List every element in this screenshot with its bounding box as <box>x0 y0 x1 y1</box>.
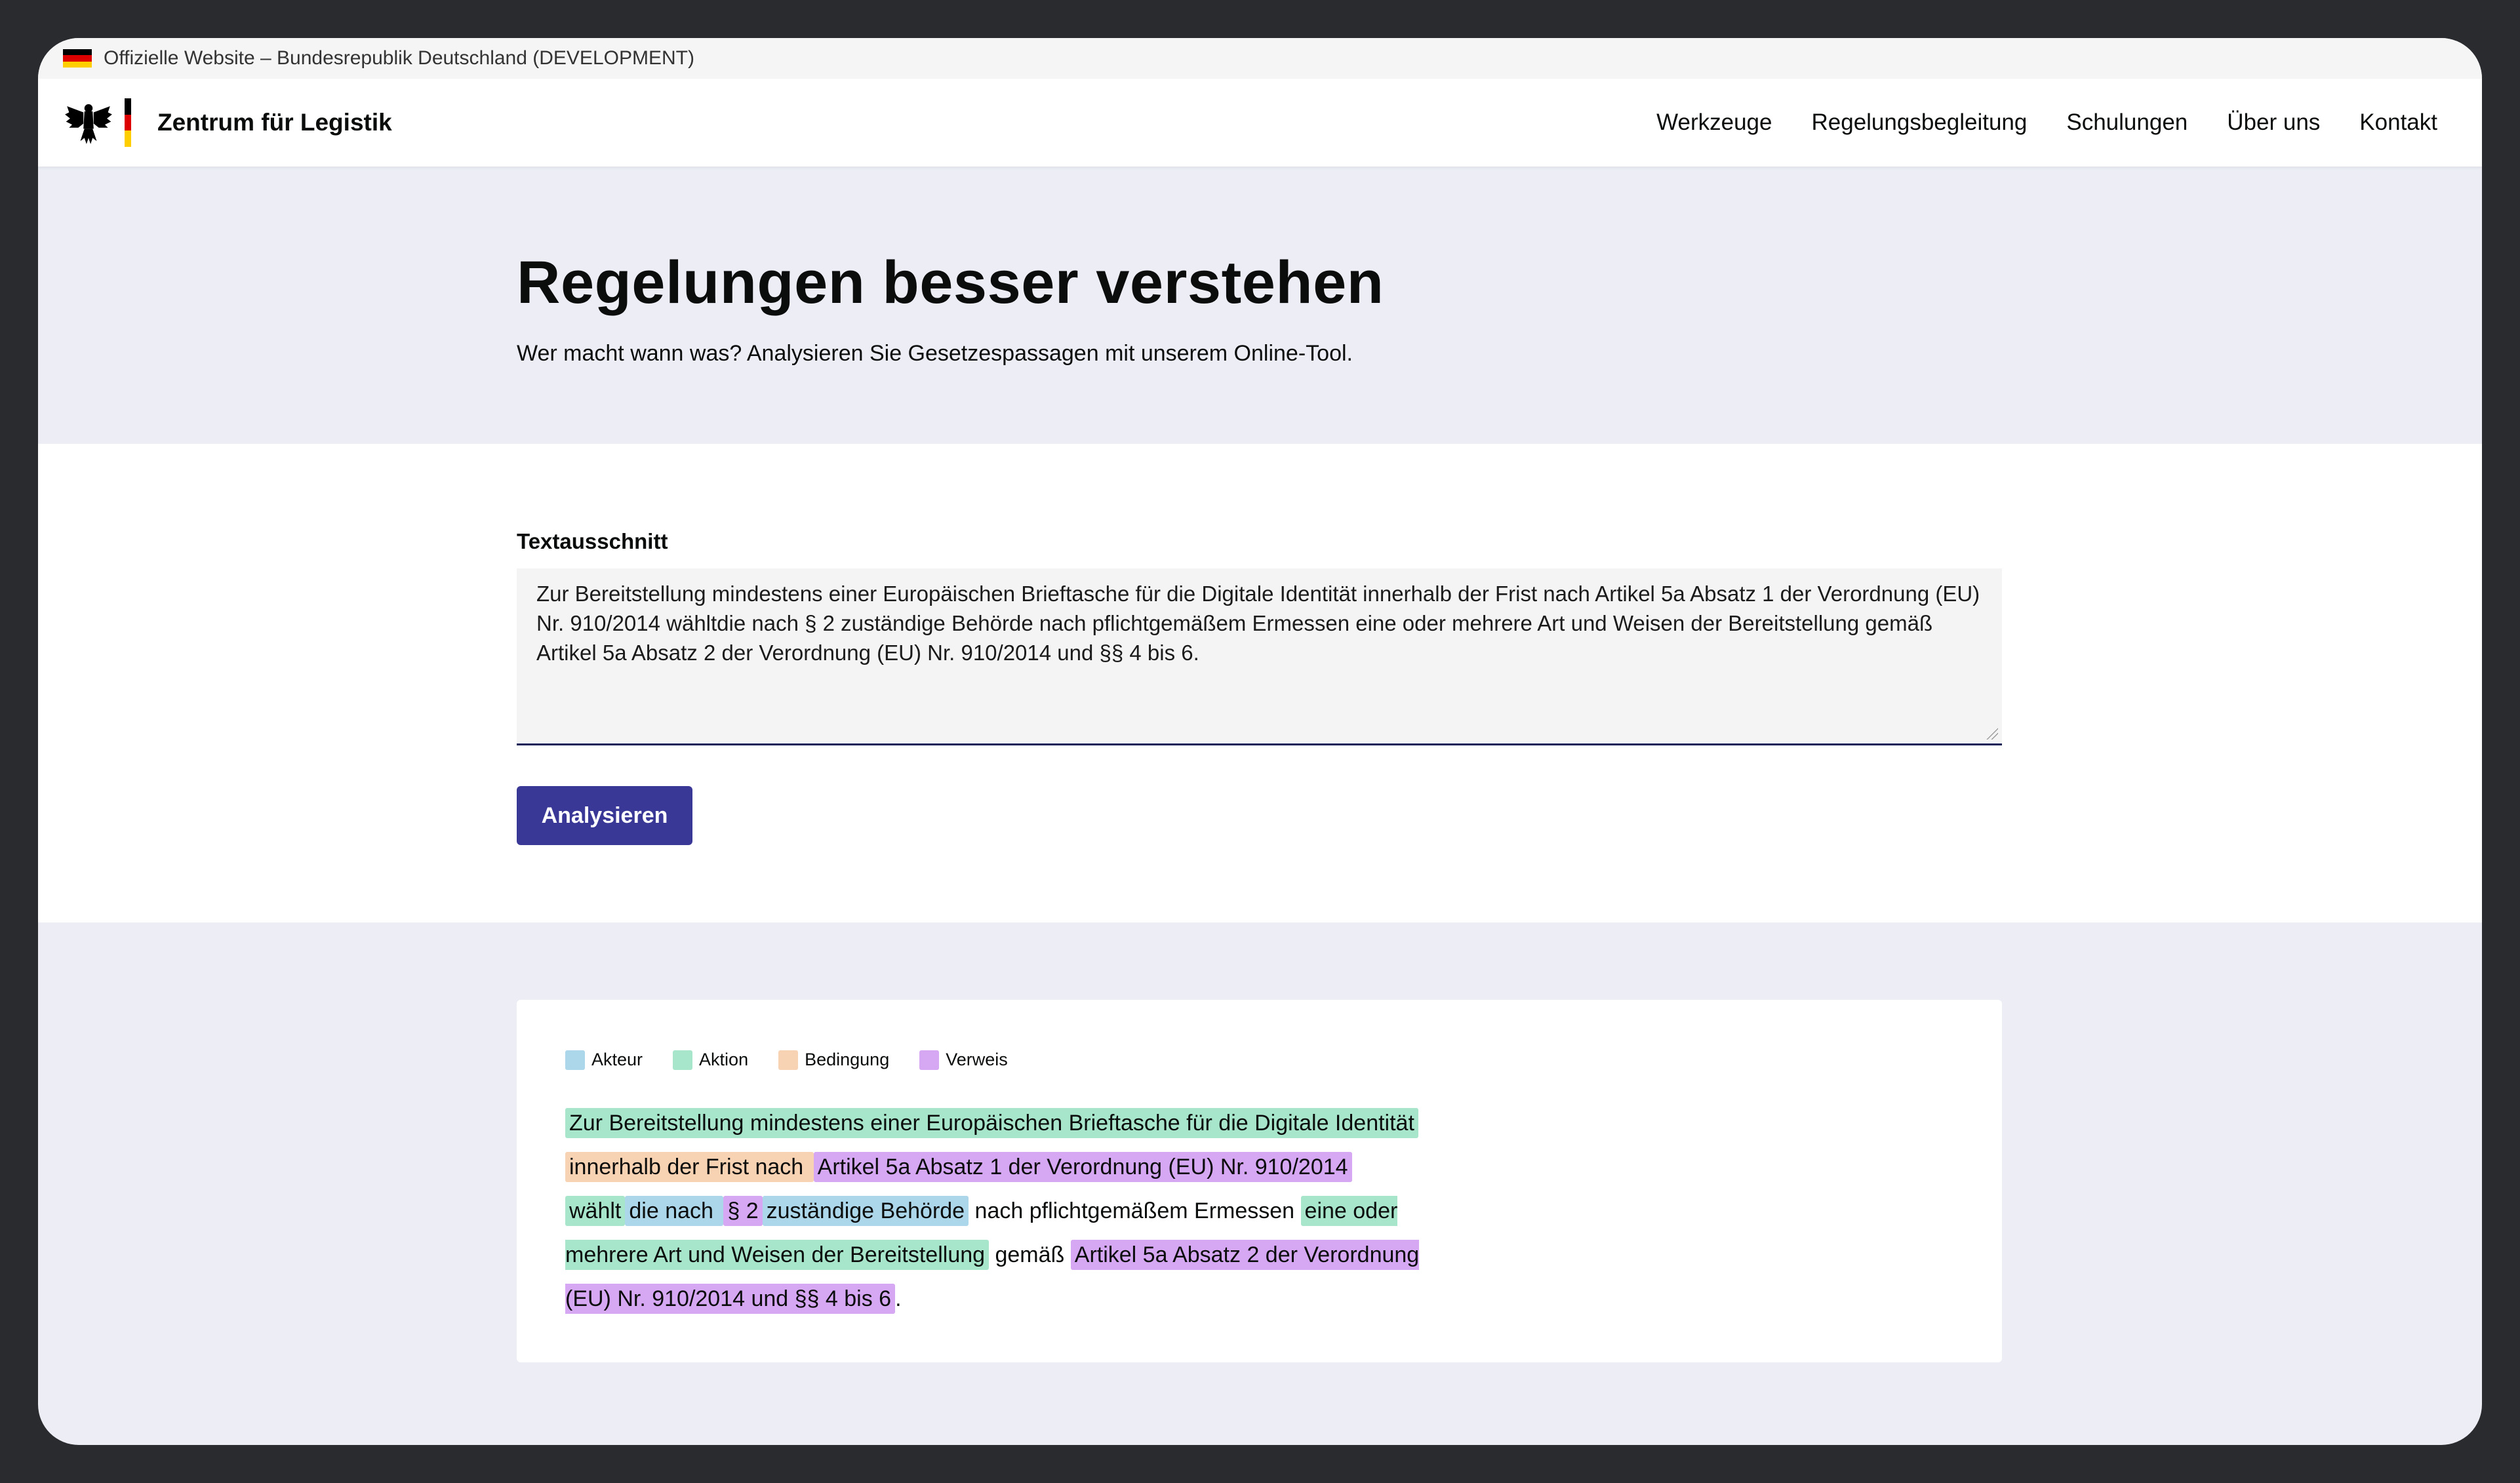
text-input-label: Textausschnitt <box>517 529 668 553</box>
nav-regelungsbegleitung[interactable]: Regelungsbegleitung <box>1811 109 2027 136</box>
segment-plain: . <box>895 1286 902 1311</box>
analysis-result-card: Akteur Aktion Bedingung Verweis Zur Bere… <box>517 1000 2002 1362</box>
segment-aktion: Zur Bereitstellung mindestens einer Euro… <box>565 1108 1418 1138</box>
textarea-value: Zur Bereitstellung mindestens einer Euro… <box>536 582 1980 665</box>
official-banner: Offizielle Website – Bundesrepublik Deut… <box>38 38 2482 79</box>
main-nav: Werkzeuge Regelungsbegleitung Schulungen… <box>1656 109 2437 136</box>
segment-bedingung: innerhalb der Frist nach <box>565 1152 814 1182</box>
legend-label: Verweis <box>946 1050 1008 1069</box>
resize-handle-icon[interactable] <box>1986 728 1998 740</box>
text-excerpt-textarea[interactable]: Zur Bereitstellung mindestens einer Euro… <box>517 568 2002 745</box>
segment-plain: gemäß <box>989 1242 1071 1267</box>
results-section: Akteur Aktion Bedingung Verweis Zur Bere… <box>38 922 2482 1362</box>
legend-swatch <box>565 1050 585 1070</box>
hero-section: Regelungen besser verstehen Wer macht wa… <box>38 167 2482 444</box>
segment-akteur: die nach <box>625 1196 724 1226</box>
input-section: Textausschnitt Zur Bereitstellung mindes… <box>38 444 2482 922</box>
legend-item-verweis: Verweis <box>919 1050 1008 1070</box>
segment-plain: nach pflichtgemäßem Ermessen <box>969 1198 1301 1223</box>
analyze-button[interactable]: Analysieren <box>517 786 692 845</box>
page-subtitle: Wer macht wann was? Analysieren Sie Gese… <box>517 341 1353 366</box>
legend-label: Bedingung <box>805 1050 890 1069</box>
flag-bar <box>125 98 131 148</box>
legend-item-aktion: Aktion <box>673 1050 748 1070</box>
legend-swatch <box>673 1050 693 1070</box>
segment-aktion: wählt <box>565 1196 626 1226</box>
page-title: Regelungen besser verstehen <box>517 249 1384 316</box>
legend: Akteur Aktion Bedingung Verweis <box>565 1050 2002 1070</box>
segment-verweis: Artikel 5a Absatz 1 der Verordnung (EU) … <box>813 1152 1352 1182</box>
nav-schulungen[interactable]: Schulungen <box>2066 109 2188 136</box>
german-flag-icon <box>63 49 92 68</box>
annotated-text: Zur Bereitstellung mindestens einer Euro… <box>565 1101 1437 1321</box>
legend-item-bedingung: Bedingung <box>778 1050 889 1070</box>
legend-label: Akteur <box>591 1050 643 1069</box>
federal-eagle-icon <box>65 104 112 144</box>
site-title[interactable]: Zentrum für Legistik <box>157 109 392 136</box>
official-banner-text: Offizielle Website – Bundesrepublik Deut… <box>104 47 694 69</box>
legend-item-akteur: Akteur <box>565 1050 643 1070</box>
nav-kontakt[interactable]: Kontakt <box>2359 109 2437 136</box>
nav-ueber-uns[interactable]: Über uns <box>2227 109 2320 136</box>
legend-swatch <box>919 1050 940 1070</box>
nav-werkzeuge[interactable]: Werkzeuge <box>1656 109 1772 136</box>
site-header: Zentrum für Legistik Werkzeuge Regelungs… <box>38 79 2482 167</box>
legend-label: Aktion <box>699 1050 749 1069</box>
site-logo[interactable]: Zentrum für Legistik <box>63 97 392 148</box>
segment-verweis: § 2 <box>723 1196 763 1226</box>
legend-swatch <box>778 1050 799 1070</box>
segment-akteur: zuständige Behörde <box>762 1196 969 1226</box>
browser-viewport: Offizielle Website – Bundesrepublik Deut… <box>38 38 2482 1445</box>
